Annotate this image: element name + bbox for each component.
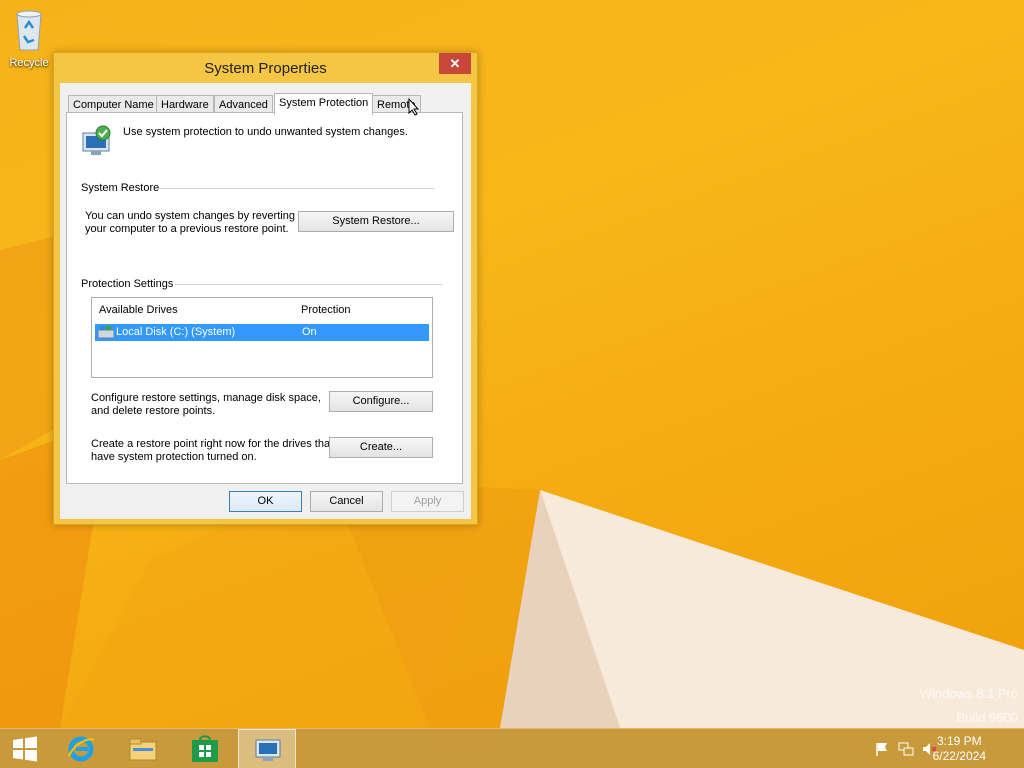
drive-protection-status: On	[302, 326, 317, 338]
watermark-build: Build 9600	[956, 710, 1018, 725]
apply-button[interactable]: Apply	[391, 491, 464, 512]
column-header-available-drives[interactable]: Available Drives	[99, 304, 178, 316]
flag-icon[interactable]	[874, 741, 890, 757]
system-properties-icon	[255, 739, 281, 761]
configure-description: Configure restore settings, manage disk …	[91, 392, 321, 418]
system-restore-description-line1: You can undo system changes by reverting	[85, 210, 295, 222]
system-restore-description-line2: your computer to a previous restore poin…	[85, 223, 289, 235]
dialog-titlebar[interactable]: System Properties ✕	[54, 53, 477, 83]
system-restore-group-label: System Restore	[81, 182, 160, 194]
taskbar-file-explorer[interactable]	[114, 729, 172, 768]
taskbar-store[interactable]	[176, 729, 234, 768]
protection-settings-group-label: Protection Settings	[81, 278, 174, 290]
taskbar-system-properties[interactable]	[238, 729, 296, 768]
drive-name: Local Disk (C:) (System)	[116, 326, 236, 338]
recycle-bin-label: Recycle	[9, 57, 49, 69]
dialog-title: System Properties	[204, 60, 327, 77]
configure-description-line2: and delete restore points.	[91, 405, 216, 417]
network-icon[interactable]	[898, 741, 914, 757]
watermark-edition: Windows 8.1 Pro	[919, 686, 1018, 701]
system-restore-description: You can undo system changes by reverting…	[85, 210, 295, 236]
taskbar-internet-explorer[interactable]	[52, 729, 110, 768]
store-icon	[192, 735, 218, 762]
system-restore-button[interactable]: System Restore...	[298, 211, 454, 232]
system-restore-divider	[159, 188, 435, 189]
system-protection-panel: Use system protection to undo unwanted s…	[66, 112, 463, 484]
create-description-line1: Create a restore point right now for the…	[91, 438, 334, 450]
tab-system-protection[interactable]: System Protection	[274, 93, 374, 115]
intro-text: Use system protection to undo unwanted s…	[123, 126, 408, 138]
recycle-bin-icon	[16, 10, 42, 51]
clock-time: 3:19 PM	[936, 734, 982, 748]
dialog-client: Computer Name Hardware Advanced System P…	[60, 83, 471, 519]
internet-explorer-icon	[68, 736, 95, 762]
ok-button[interactable]: OK	[229, 491, 302, 512]
local-disk-icon	[98, 326, 114, 339]
drive-row[interactable]: Local Disk (C:) (System) On	[95, 324, 429, 341]
file-explorer-icon	[129, 738, 157, 761]
configure-button[interactable]: Configure...	[329, 391, 433, 412]
taskbar: 3:19 PM 6/22/2024	[0, 728, 1024, 768]
create-button[interactable]: Create...	[329, 437, 433, 458]
recycle-bin-shortcut[interactable]: Recycle	[4, 6, 54, 69]
taskbar-clock[interactable]: 3:19 PM 6/22/2024	[933, 734, 986, 764]
column-header-protection[interactable]: Protection	[301, 304, 351, 316]
drives-listview[interactable]: Available Drives Protection Local Disk (…	[91, 297, 433, 378]
mouse-cursor-icon	[408, 98, 420, 116]
close-icon: ✕	[449, 56, 461, 71]
create-description: Create a restore point right now for the…	[91, 438, 333, 464]
cancel-button[interactable]: Cancel	[310, 491, 383, 512]
start-icon	[13, 736, 37, 762]
clock-date: 6/22/2024	[932, 749, 986, 763]
system-protection-icon	[82, 125, 111, 155]
protection-settings-divider	[175, 284, 443, 285]
system-properties-dialog[interactable]: System Properties ✕ Computer Name Hardwa…	[53, 52, 478, 525]
configure-description-line1: Configure restore settings, manage disk …	[91, 392, 321, 404]
start-button[interactable]	[0, 729, 58, 768]
close-button[interactable]: ✕	[439, 53, 471, 74]
create-description-line2: have system protection turned on.	[91, 451, 257, 463]
